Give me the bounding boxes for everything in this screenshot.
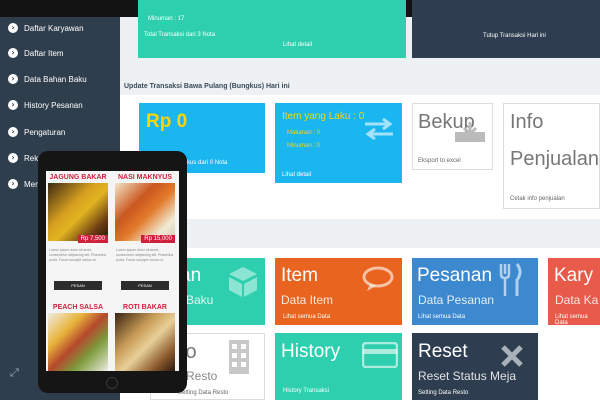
sidebar-item-karyawan[interactable]: › Daftar Karyawan [0, 18, 120, 38]
lihat-detail-link[interactable]: Lihat detail [283, 42, 312, 48]
menu-item-name: PEACH SALSA [52, 304, 104, 311]
sidebar-item-history[interactable]: › History Pesanan [0, 95, 120, 115]
bahan-sub: Baku [186, 293, 214, 307]
chevron-right-circle-icon: › [8, 23, 18, 33]
chevron-right-circle-icon: › [8, 100, 18, 110]
item-laku-title: Item yang Laku : 0 [282, 111, 365, 122]
reset-foot[interactable]: Setting Data Resto [418, 390, 468, 396]
sidebar-item-label: Data Bahan Baku [24, 74, 87, 84]
menu-item-desc: Lorem ipsum dolor sit amet, consectetur … [116, 248, 174, 262]
sidebar-item-item[interactable]: › Daftar Item [0, 43, 120, 63]
menu-item-price: Rp 15,000 [141, 235, 175, 243]
item-sub: Data Item [281, 293, 334, 307]
peach-salsa-photo [48, 313, 108, 371]
chevron-right-circle-icon: › [8, 127, 18, 137]
karyawan-sub: Data Ka [555, 293, 599, 307]
chevron-right-circle-icon: › [8, 153, 18, 163]
total-transaksi-text: Total Transaksi dari 3 Nota [144, 32, 216, 38]
minuman-count: Minuman : 17 [148, 16, 185, 22]
nasi-maknyus-photo [115, 183, 175, 241]
fullscreen-icon[interactable]: ⤢ [10, 366, 19, 380]
swap-arrows-icon [365, 118, 393, 140]
menu-item-price: Rp 7,500 [77, 235, 108, 243]
roti-bakar-photo [115, 313, 175, 371]
pesan-button[interactable]: PESAN [121, 281, 169, 290]
pesanan-foot[interactable]: Lihat semua Data [418, 314, 465, 320]
info-foot: Cetak info penjualan [510, 196, 565, 202]
history-foot[interactable]: History Transaksi [283, 388, 329, 394]
info-title-1: Info [510, 111, 544, 133]
jagung-bakar-photo [48, 183, 108, 241]
pesanan-sub: Data Pesanan [418, 293, 495, 307]
resto-foot[interactable]: Setting Data Resto [178, 390, 228, 396]
history-title: History [281, 341, 341, 362]
building-icon [229, 340, 249, 374]
reset-title: Reset [418, 341, 468, 362]
laku-minuman: Minuman : 0 [287, 143, 321, 149]
pesan-button[interactable]: PESAN [54, 281, 102, 290]
close-icon [501, 345, 523, 367]
sidebar-item-label: Pengaturan [24, 127, 66, 137]
home-button[interactable] [106, 377, 118, 389]
tablet-device: JAGUNG BAKAR Rp 7,500 Lorem ipsum dolor … [38, 151, 187, 393]
bekup-foot: Eksport to excel [418, 158, 461, 164]
resto-sub: Resto [186, 369, 218, 383]
karyawan-title: Kary [554, 265, 594, 286]
chevron-right-circle-icon: › [8, 48, 18, 58]
reset-sub: Reset Status Meja [418, 369, 517, 383]
menu-item-name: JAGUNG BAKAR [49, 174, 107, 181]
summary-tile-green-2[interactable] [266, 0, 406, 58]
info-title-2: Penjualan [510, 148, 599, 170]
utensils-icon [499, 263, 522, 296]
menu-item-desc: Lorem ipsum dolor sit amet, consectetur … [49, 248, 107, 262]
laku-detail-link[interactable]: Lihat detail [282, 172, 311, 178]
sidebar-item-label: Daftar Item [24, 48, 64, 58]
item-foot[interactable]: Lihat semua Data [283, 314, 330, 320]
item-title: Item [281, 265, 318, 286]
chevron-right-circle-icon: › [8, 74, 18, 84]
tutup-transaksi-tile[interactable] [412, 0, 600, 58]
sidebar-item-label: History Pesanan [24, 100, 83, 110]
section-title: Update Transaksi Bawa Pulang (Bungkus) H… [124, 83, 290, 90]
rp-value: Rp 0 [146, 111, 188, 132]
credit-card-icon [362, 342, 398, 368]
boxes-icon [229, 267, 257, 297]
sidebar-item-label: Daftar Karyawan [24, 23, 84, 33]
download-icon [455, 122, 485, 142]
sidebar-item-bahan-baku[interactable]: › Data Bahan Baku [0, 69, 120, 89]
menu-item-name: NASI MAKNYUS [117, 174, 173, 181]
tablet-screen: JAGUNG BAKAR Rp 7,500 Lorem ipsum dolor … [46, 171, 179, 371]
tutup-transaksi-label: Tutup Transaksi Hari ini [483, 33, 546, 39]
sidebar-item-pengaturan[interactable]: › Pengaturan [0, 122, 120, 142]
laku-makanan: Makanan : 0 [287, 130, 321, 136]
chevron-right-circle-icon: › [8, 179, 18, 189]
pesanan-title: Pesanan [417, 265, 493, 286]
chat-bubble-icon [362, 266, 394, 291]
karyawan-foot[interactable]: Lihat semua Data [555, 314, 600, 326]
menu-item-name: ROTI BAKAR [123, 304, 167, 311]
summary-tile-green[interactable] [138, 0, 266, 58]
